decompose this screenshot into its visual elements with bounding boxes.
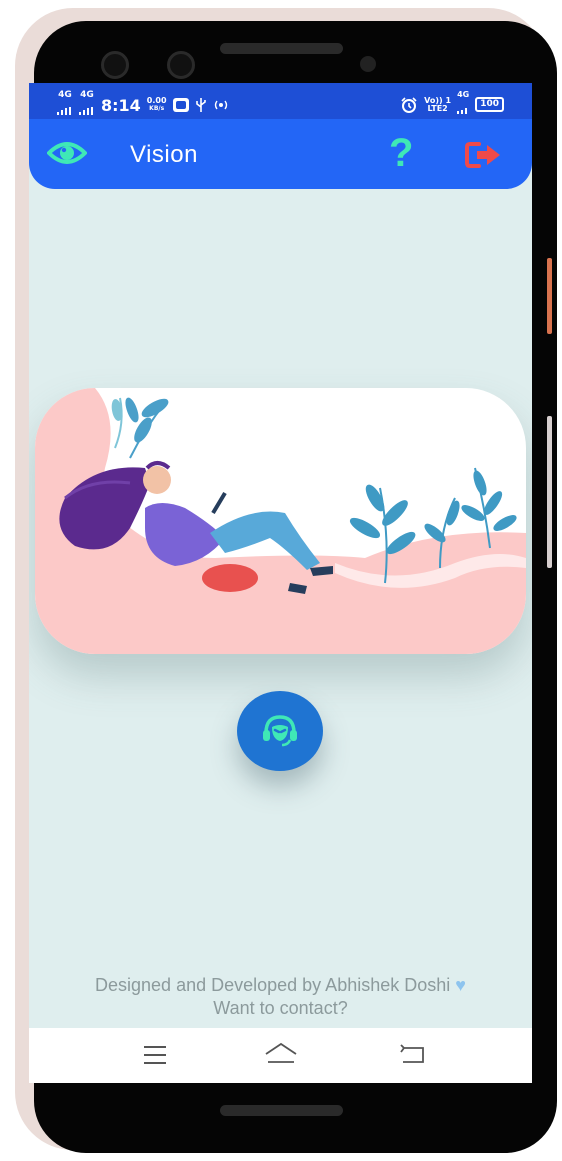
back-icon[interactable] bbox=[399, 1042, 425, 1068]
relaxing-girl-illustration bbox=[35, 388, 526, 654]
signal-2: 4G bbox=[79, 91, 95, 119]
system-nav-bar bbox=[29, 1028, 532, 1083]
usb-icon bbox=[195, 98, 206, 112]
battery-icon: 100 bbox=[475, 97, 504, 112]
app-screen: 4G 4G 8:14 0.00 KB/s Vo)) 1 LTE2 4G 100 … bbox=[29, 83, 532, 1083]
bottom-speaker bbox=[220, 1105, 343, 1116]
page-title: Vision bbox=[130, 141, 198, 168]
signal-1-label: 4G bbox=[58, 90, 72, 100]
earpiece-speaker bbox=[220, 43, 343, 54]
power-button bbox=[547, 258, 552, 334]
hotspot-icon bbox=[214, 100, 227, 110]
eye-icon[interactable] bbox=[47, 139, 87, 167]
signal-bars-icon bbox=[79, 107, 93, 115]
network-speed: 0.00 KB/s bbox=[147, 97, 167, 113]
app-bar: Vision ? bbox=[29, 119, 532, 189]
lte-label: LTE2 bbox=[427, 103, 448, 113]
front-camera-secondary bbox=[167, 51, 195, 79]
volte-indicator: Vo)) 1 LTE2 bbox=[424, 96, 451, 113]
credit-line: Designed and Developed by Abhishek Doshi bbox=[95, 975, 451, 995]
front-camera bbox=[101, 51, 129, 79]
signal-2-label: 4G bbox=[80, 90, 94, 100]
credit-line-row: Designed and Developed by Abhishek Doshi… bbox=[29, 974, 532, 997]
signal-bars-icon bbox=[57, 107, 71, 115]
speed-unit: KB/s bbox=[149, 105, 165, 112]
proximity-sensor bbox=[360, 56, 376, 72]
heart-icon: ♥ bbox=[455, 975, 466, 995]
contact-link[interactable]: Want to contact? bbox=[29, 997, 532, 1020]
network-type: 4G bbox=[457, 91, 469, 118]
home-icon[interactable] bbox=[264, 1042, 298, 1068]
footer-credit: Designed and Developed by Abhishek Doshi… bbox=[29, 974, 532, 1020]
hero-illustration-card bbox=[35, 388, 526, 654]
signal-strength-icon bbox=[457, 108, 468, 114]
notification-app-icon bbox=[172, 98, 189, 112]
alarm-icon bbox=[401, 96, 417, 113]
menu-icon[interactable] bbox=[143, 1042, 167, 1068]
status-bar: 4G 4G 8:14 0.00 KB/s Vo)) 1 LTE2 4G 100 bbox=[29, 83, 532, 119]
network-label: 4G bbox=[457, 90, 470, 99]
logout-icon[interactable] bbox=[465, 141, 503, 169]
signal-1: 4G bbox=[57, 91, 73, 119]
headset-icon bbox=[263, 715, 297, 747]
help-icon[interactable]: ? bbox=[389, 131, 413, 176]
speed-value: 0.00 bbox=[146, 96, 167, 105]
status-time: 8:14 bbox=[101, 95, 141, 115]
volume-button bbox=[547, 416, 552, 568]
support-button[interactable] bbox=[237, 691, 323, 771]
